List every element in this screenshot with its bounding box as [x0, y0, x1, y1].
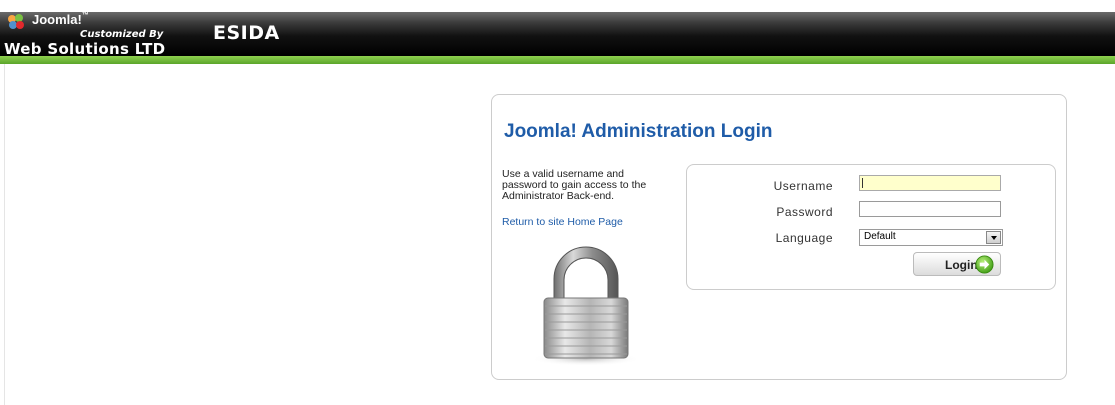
customized-by-text: Customized By: [80, 29, 164, 40]
header-green-bar: [0, 56, 1115, 64]
login-form: Username Password Language Default Login: [686, 164, 1056, 290]
padlock-icon: [531, 246, 641, 366]
login-panel: Joomla! Administration Login Use a valid…: [491, 94, 1067, 380]
password-label: Password: [776, 205, 833, 219]
joomla-logo-icon: [8, 14, 24, 29]
login-button-label: Login: [945, 258, 978, 272]
left-border: [4, 64, 5, 405]
green-arrow-circle-icon: [975, 255, 994, 274]
select-dropdown-button[interactable]: [986, 231, 1001, 244]
login-help-text: Use a valid username and password to gai…: [502, 168, 647, 202]
return-home-link[interactable]: Return to site Home Page: [502, 216, 623, 228]
password-input[interactable]: [859, 201, 1001, 217]
chevron-down-icon: [990, 235, 997, 240]
username-label: Username: [773, 179, 833, 193]
joomla-logo-area: Joomla!™ Customized By Web Solutions LTD: [4, 12, 204, 58]
text-caret: [862, 178, 863, 188]
language-select[interactable]: Default: [859, 229, 1003, 246]
header: Joomla!™ Customized By Web Solutions LTD…: [0, 12, 1115, 58]
joomla-wordmark: Joomla!™: [32, 12, 89, 27]
username-input[interactable]: [859, 175, 1001, 191]
language-label: Language: [775, 231, 833, 245]
site-name: ESIDA: [213, 22, 280, 44]
login-button[interactable]: Login: [913, 252, 1001, 276]
language-selected-value: Default: [864, 231, 896, 242]
page-title: Joomla! Administration Login: [504, 121, 773, 142]
